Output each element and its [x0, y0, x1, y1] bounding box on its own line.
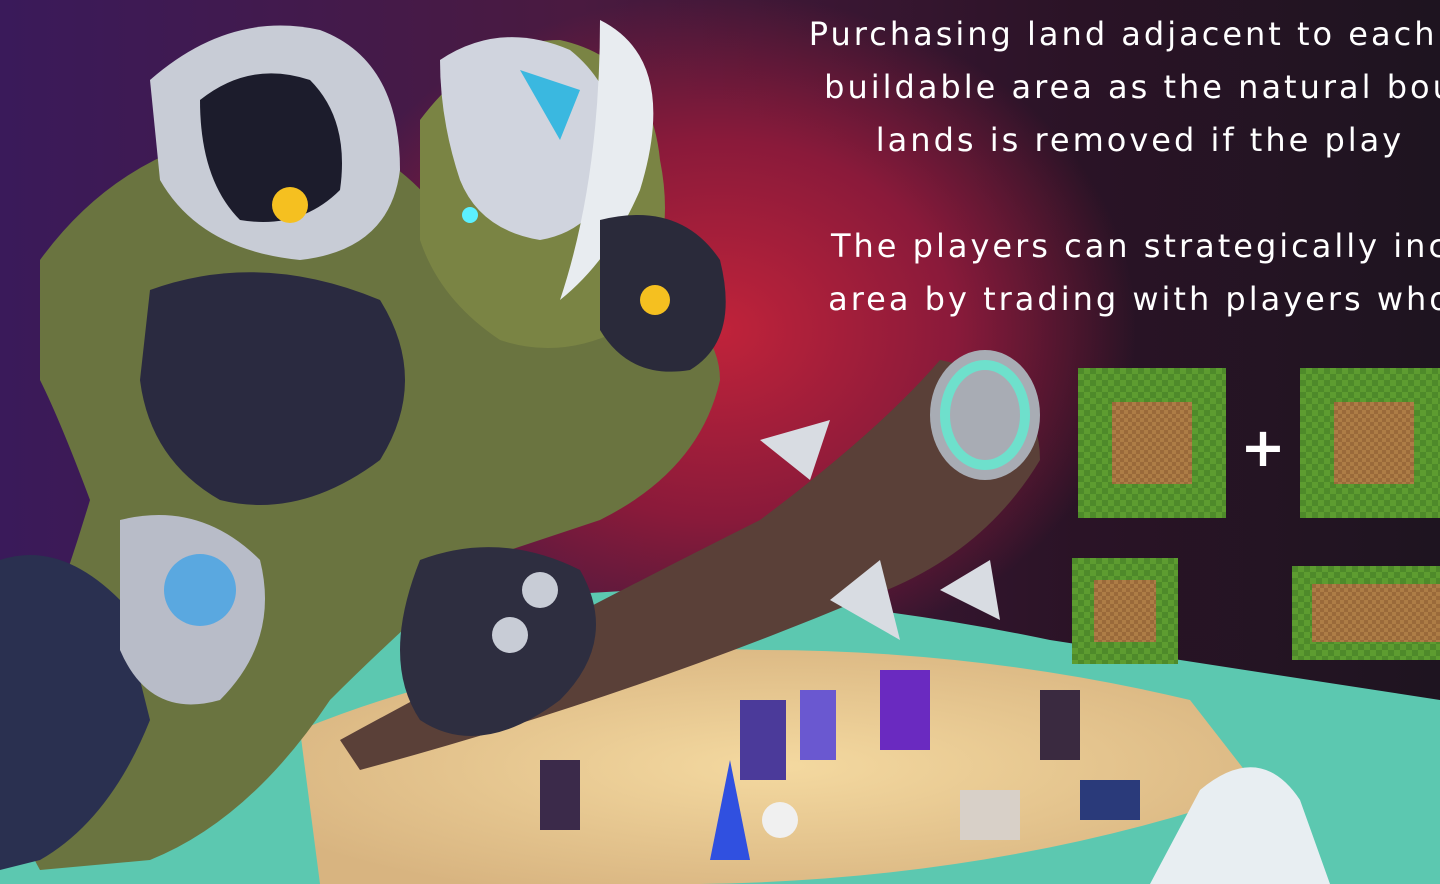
land-tile-dirt: [1312, 584, 1440, 642]
description-text: Purchasing land adjacent to each c build…: [760, 8, 1440, 326]
right-shoulder-armor: [600, 215, 726, 372]
land-tile-dirt: [1334, 402, 1414, 484]
land-tile-dirt: [1094, 580, 1156, 642]
plus-icon: +: [1240, 416, 1286, 479]
land-tile-small: [1072, 558, 1178, 664]
description-line-3: lands is removed if the play: [875, 121, 1405, 159]
land-tile-dirt: [1112, 402, 1192, 484]
description-line-5: area by trading with players who: [828, 280, 1440, 318]
land-tile-large-2: [1300, 368, 1440, 518]
description-line-2: buildable area as the natural bou: [824, 68, 1440, 106]
land-tile-merged: [1292, 566, 1440, 660]
description-line-1: Purchasing land adjacent to each c: [808, 15, 1440, 53]
description-line-4: The players can strategically inc: [830, 227, 1440, 265]
land-tile-large-1: [1078, 368, 1226, 518]
